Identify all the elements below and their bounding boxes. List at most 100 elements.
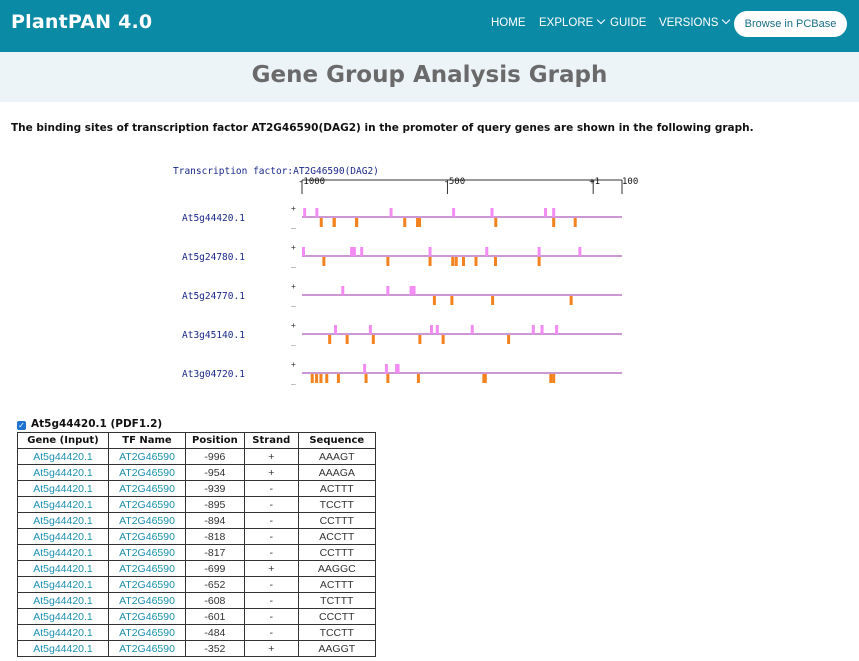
cell-tf-link[interactable]: AT2G46590 xyxy=(108,608,186,625)
cell-gene-link[interactable]: At5g44420.1 xyxy=(17,640,109,657)
minus-strand-site xyxy=(345,335,349,344)
plus-strand-label: + xyxy=(291,360,296,369)
cell-sequence: ACTTT xyxy=(297,480,376,497)
cell-strand: - xyxy=(243,480,299,497)
cell-strand: - xyxy=(243,496,299,513)
nav-guide-label: GUIDE xyxy=(610,17,647,29)
plus-strand-site xyxy=(552,208,556,217)
cell-sequence: TCTTT xyxy=(297,592,376,609)
cell-position: -817 xyxy=(185,544,245,561)
cell-gene-link[interactable]: At5g44420.1 xyxy=(17,448,109,465)
minus-strand-site xyxy=(386,257,390,266)
browse-pcbase-button[interactable]: Browse in PCBase xyxy=(734,11,847,37)
plus-strand-site xyxy=(386,286,390,295)
cell-tf-link[interactable]: AT2G46590 xyxy=(108,592,186,609)
cell-gene-link[interactable]: At5g44420.1 xyxy=(17,608,109,625)
table-row: At5g44420.1 AT2G46590 -954 + AAAGA xyxy=(17,464,376,481)
table-row: At5g44420.1 AT2G46590 -996 + AAAGT xyxy=(17,448,376,465)
table-row: At5g44420.1 AT2G46590 -352 + AAGGT xyxy=(17,640,376,657)
plus-strand-site xyxy=(315,208,319,217)
table-row: At5g44420.1 AT2G46590 -939- ACTTT xyxy=(17,480,376,497)
cell-gene-link[interactable]: At5g44420.1 xyxy=(17,544,109,561)
minus-strand-label: _ xyxy=(291,259,296,268)
gene-track-label: At5g24780.1 xyxy=(182,252,245,263)
scale-tick-label: +1 xyxy=(589,177,600,187)
cell-gene-link[interactable]: At5g44420.1 xyxy=(17,624,109,641)
cell-gene-link[interactable]: At5g44420.1 xyxy=(17,592,109,609)
cell-strand: - xyxy=(243,544,299,561)
cell-gene-link[interactable]: At5g44420.1 xyxy=(17,464,109,481)
table-header-row: Gene (Input) TF Name Position Strand Seq… xyxy=(17,432,376,449)
plus-strand-site xyxy=(555,325,559,334)
cell-tf-link[interactable]: AT2G46590 xyxy=(108,528,186,545)
col-tf-name: TF Name xyxy=(108,432,186,449)
plus-strand-site xyxy=(409,286,413,295)
gene-checkbox[interactable]: ✓ xyxy=(17,421,26,430)
cell-tf-link[interactable]: AT2G46590 xyxy=(108,448,186,465)
gene-track-label: At3g45140.1 xyxy=(182,330,245,341)
table-row: At5g44420.1 AT2G46590 -484- TCCTT xyxy=(17,624,376,641)
plus-strand-site xyxy=(531,325,535,334)
chevron-down-icon xyxy=(722,15,731,25)
gene-section-header: ✓ At5g44420.1 (PDF1.2) xyxy=(17,418,162,430)
cell-position: -895 xyxy=(185,496,245,513)
col-strand: Strand xyxy=(243,432,299,449)
col-position: Position xyxy=(185,432,245,449)
cell-position: -818 xyxy=(185,528,245,545)
gene-track-label: At5g44420.1 xyxy=(182,213,245,224)
results-table: Gene (Input) TF Name Position Strand Seq… xyxy=(17,432,376,657)
cell-position: -894 xyxy=(185,512,245,529)
table-row: At5g44420.1 AT2G46590 -894- CCTTT xyxy=(17,512,376,529)
cell-gene-link[interactable]: At5g44420.1 xyxy=(17,480,109,497)
plus-strand-label: + xyxy=(291,321,296,330)
cell-tf-link[interactable]: AT2G46590 xyxy=(108,464,186,481)
minus-strand-site xyxy=(322,257,326,266)
minus-strand-site xyxy=(319,218,323,227)
plus-strand-site xyxy=(303,208,307,217)
cell-gene-link[interactable]: At5g44420.1 xyxy=(17,576,109,593)
nav-guide[interactable]: GUIDE xyxy=(610,17,646,29)
plus-strand-site xyxy=(384,364,388,373)
minus-strand-site xyxy=(355,218,359,227)
cell-gene-link[interactable]: At5g44420.1 xyxy=(17,560,109,577)
plus-strand-site xyxy=(544,208,548,217)
scale-tick-label: -1000 xyxy=(298,177,325,187)
plus-strand-site xyxy=(360,247,364,256)
brand-logo[interactable]: PlantPAN 4.0 xyxy=(11,11,152,33)
cell-tf-link[interactable]: AT2G46590 xyxy=(108,544,186,561)
minus-strand-label: _ xyxy=(291,298,296,307)
plus-strand-label: + xyxy=(291,243,296,252)
minus-strand-label: _ xyxy=(291,220,296,229)
cell-gene-link[interactable]: At5g44420.1 xyxy=(17,528,109,545)
plus-strand-site xyxy=(412,286,416,295)
cell-position: -608 xyxy=(185,592,245,609)
plus-strand-site xyxy=(302,247,305,256)
nav-home[interactable]: HOME xyxy=(491,17,526,29)
cell-position: -699 xyxy=(185,560,245,577)
cell-gene-link[interactable]: At5g44420.1 xyxy=(17,512,109,529)
cell-strand: - xyxy=(243,528,299,545)
gene-track-label: At5g24770.1 xyxy=(182,291,245,302)
minus-strand-site xyxy=(310,374,314,383)
cell-tf-link[interactable]: AT2G46590 xyxy=(108,640,186,657)
cell-tf-link[interactable]: AT2G46590 xyxy=(108,480,186,497)
cell-position: -996 xyxy=(185,448,245,465)
cell-tf-link[interactable]: AT2G46590 xyxy=(108,560,186,577)
cell-tf-link[interactable]: AT2G46590 xyxy=(108,624,186,641)
nav-explore[interactable]: EXPLORE xyxy=(539,15,606,29)
minus-strand-site xyxy=(418,218,422,227)
table-row: At5g44420.1 AT2G46590 -817- CCTTT xyxy=(17,544,376,561)
nav-versions[interactable]: VERSIONS xyxy=(659,15,731,29)
plus-strand-site xyxy=(490,208,494,217)
cell-tf-link[interactable]: AT2G46590 xyxy=(108,576,186,593)
cell-sequence: AAAGT xyxy=(297,448,376,465)
cell-tf-link[interactable]: AT2G46590 xyxy=(108,512,186,529)
minus-strand-site xyxy=(319,374,323,383)
minus-strand-site xyxy=(451,257,455,266)
minus-strand-site xyxy=(537,257,541,266)
cell-strand: + xyxy=(243,640,299,657)
scale-tick-label: -500 xyxy=(443,177,465,187)
cell-tf-link[interactable]: AT2G46590 xyxy=(108,496,186,513)
cell-position: -652 xyxy=(185,576,245,593)
cell-gene-link[interactable]: At5g44420.1 xyxy=(17,496,109,513)
